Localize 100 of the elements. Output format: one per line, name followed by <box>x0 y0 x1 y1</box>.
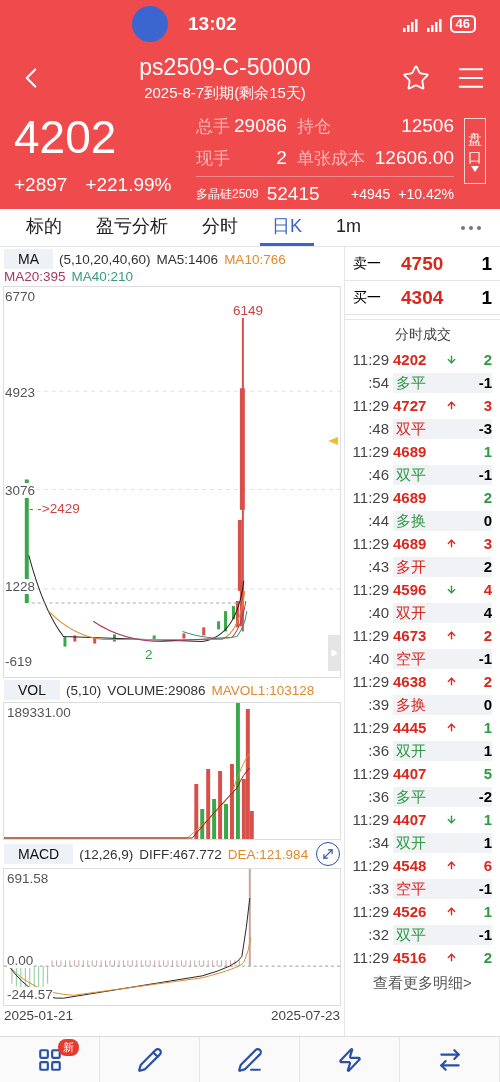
trade-time: 11:29 <box>351 443 390 460</box>
status-time: 13:02 <box>188 13 237 35</box>
candle <box>217 621 221 630</box>
axis-label: 1228 <box>5 579 36 594</box>
stat-label: 持仓 <box>296 115 331 138</box>
stat-value: 12506 <box>401 115 454 137</box>
open-interest-change: -1 <box>462 648 492 669</box>
order-level: 买一 <box>353 288 382 307</box>
price-pointer-icon <box>328 437 338 445</box>
stat-value: 12606.00 <box>374 147 454 169</box>
nav-button[interactable]: 新 <box>0 1037 100 1082</box>
axis-label: 0.00 <box>7 953 34 968</box>
open-interest-change: -1 <box>462 372 492 393</box>
order-price: 4750 <box>401 252 445 275</box>
tab[interactable]: 标的 <box>14 209 74 246</box>
up-arrow-icon <box>446 952 457 963</box>
underlying-name: 多晶硅2509 <box>196 185 259 203</box>
contract-title: ps2509-C-50000 <box>139 53 311 81</box>
trade-type: 双平 <box>393 418 462 439</box>
indicator-selector[interactable]: MA <box>4 249 53 269</box>
underlying-change-percent: +10.42% <box>398 186 454 202</box>
trade-price: 4673 <box>393 627 428 644</box>
order-book-toggle[interactable]: 盘口 <box>464 118 486 184</box>
trade-time: 11:29 <box>351 949 390 966</box>
open-interest-change: 0 <box>462 694 492 715</box>
tab[interactable]: 1m <box>324 209 374 246</box>
trade-volume: 2 <box>482 949 492 966</box>
axis-label: 691.58 <box>7 871 49 886</box>
scroll-right-handle[interactable] <box>328 635 340 671</box>
last-price: 4202 <box>14 110 118 164</box>
open-interest-change: -1 <box>462 878 492 899</box>
lightning-icon <box>336 1046 363 1073</box>
order-volume: 1 <box>481 252 492 275</box>
new-badge: 新 <box>58 1039 79 1056</box>
trade-time: 11:29 <box>351 765 390 782</box>
indicator-selector[interactable]: MACD <box>4 844 74 864</box>
axis-label: -244.57 <box>7 987 53 1002</box>
candle <box>113 634 116 642</box>
up-arrow-icon <box>446 400 457 411</box>
tab[interactable]: 日K <box>260 209 314 246</box>
star-icon[interactable] <box>402 64 430 92</box>
tab[interactable]: 盈亏分析 <box>84 209 180 246</box>
up-arrow-icon <box>446 860 457 871</box>
candle <box>93 637 97 644</box>
trade-seconds: :33 <box>367 880 390 897</box>
trade-time: 11:29 <box>351 857 390 874</box>
trade-seconds: :39 <box>367 696 390 713</box>
trade-time: 11:29 <box>351 535 390 552</box>
indicator-params: (12,26,9) <box>79 846 134 862</box>
more-details-link[interactable]: 查看更多明细> <box>373 971 472 996</box>
trade-time: 11:29 <box>351 673 390 690</box>
underlying-price: 52415 <box>266 183 320 205</box>
trade-type: 双平 <box>393 924 462 945</box>
open-interest-change: -3 <box>462 418 492 439</box>
candle <box>182 633 186 639</box>
trade-price: 4202 <box>393 351 428 368</box>
underlying-change: +4945 <box>351 186 391 202</box>
legend-value: DIFF:467.772 <box>139 846 222 862</box>
candle <box>224 611 227 632</box>
trade-type: 双平 <box>393 464 462 485</box>
axis-label: 6770 <box>5 289 36 304</box>
open-interest-change: 2 <box>462 556 492 577</box>
open-interest-change: -2 <box>462 786 492 807</box>
trade-price: 4689 <box>393 535 428 552</box>
indicator-selector[interactable]: VOL <box>4 680 60 700</box>
up-arrow-icon <box>446 538 457 549</box>
trade-volume: 1 <box>482 443 492 460</box>
trade-type: 多换 <box>393 694 462 715</box>
trade-seconds: :43 <box>367 558 390 575</box>
trade-seconds: :54 <box>367 374 390 391</box>
axis-label: 189331.00 <box>7 705 71 720</box>
trade-volume: 3 <box>482 535 492 552</box>
trade-type: 多开 <box>393 556 462 577</box>
trade-volume: 2 <box>482 489 492 506</box>
trade-type: 多换 <box>393 510 462 531</box>
trade-seconds: :36 <box>367 742 390 759</box>
legend-value: VOLUME:29086 <box>107 682 206 698</box>
candle <box>152 635 156 640</box>
up-arrow-icon <box>446 722 457 733</box>
trade-type: 多平 <box>393 786 462 807</box>
grid-icon <box>36 1046 63 1073</box>
trade-price: 4445 <box>393 719 428 736</box>
trade-price: 4526 <box>393 903 428 920</box>
trade-seconds: :36 <box>367 788 390 805</box>
trade-price: 4407 <box>393 765 428 782</box>
trade-type: 双开 <box>393 740 462 761</box>
order-level: 卖一 <box>353 254 382 273</box>
tab[interactable]: 分时 <box>190 209 250 246</box>
candle <box>73 635 77 642</box>
trade-seconds: :40 <box>367 650 390 667</box>
legend-value: MAVOL1:103128 <box>211 682 315 698</box>
trade-price: 4689 <box>393 489 428 506</box>
trade-price: 4407 <box>393 811 428 828</box>
order-volume: 1 <box>481 286 492 309</box>
up-arrow-icon <box>446 676 457 687</box>
trade-seconds: :32 <box>367 926 390 943</box>
candle <box>202 627 206 636</box>
trade-volume: 1 <box>482 811 492 828</box>
price-change-percent: +221.99% <box>85 174 172 196</box>
trade-volume: 6 <box>482 857 492 874</box>
